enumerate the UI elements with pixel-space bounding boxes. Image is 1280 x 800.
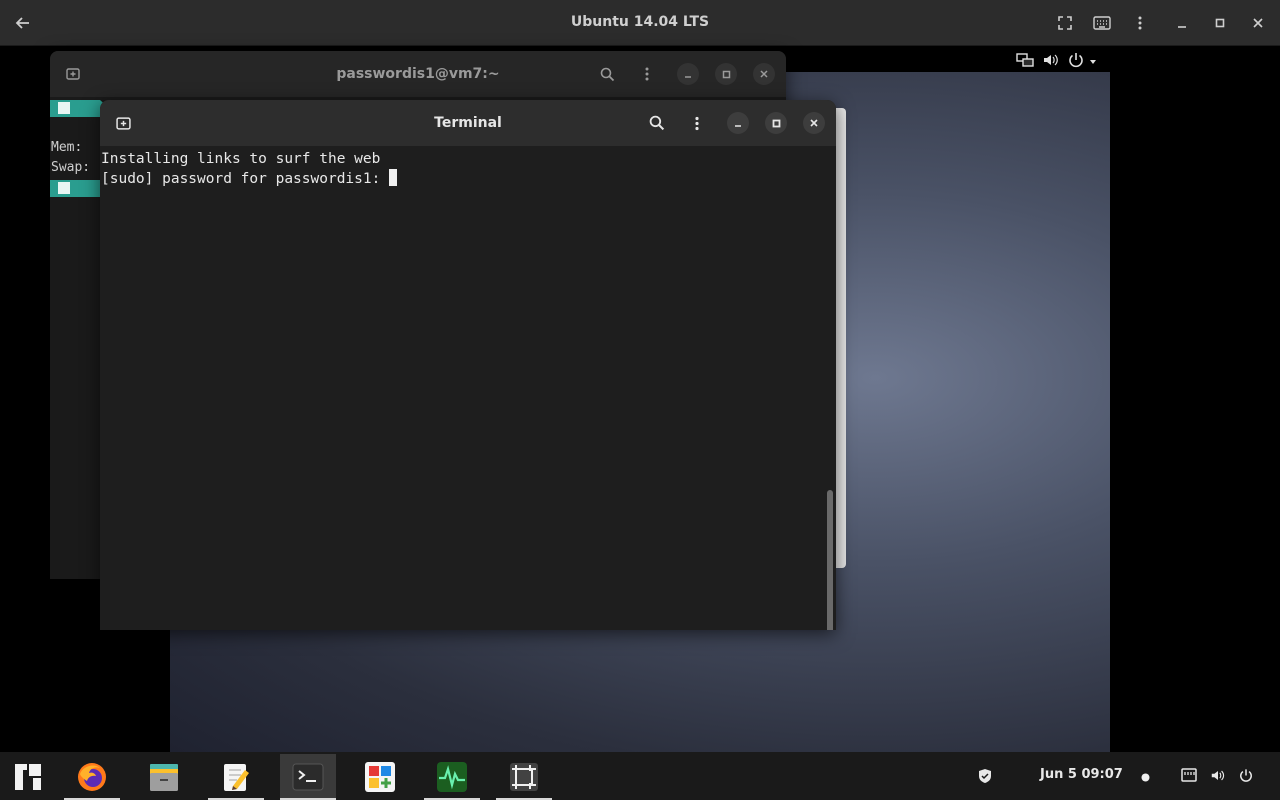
background-window-edge: [836, 108, 846, 568]
terminal-header[interactable]: Terminal: [100, 100, 836, 146]
terminal-window[interactable]: Terminal Installing links to surf the we…: [100, 100, 836, 630]
background-window-header[interactable]: passwordis1@vm7:~: [50, 51, 786, 97]
terminal-title: Terminal: [434, 115, 502, 131]
system-monitor-icon: [437, 762, 467, 792]
terminal-icon: [292, 763, 324, 791]
clock[interactable]: Jun 5 09:07: [1040, 767, 1123, 782]
search-icon[interactable]: [646, 112, 668, 134]
mem-label: Mem:: [51, 140, 83, 155]
files-icon: [150, 764, 178, 791]
network-icon[interactable]: [1181, 768, 1197, 787]
power-icon[interactable]: [1068, 52, 1084, 72]
prompt-segment: [50, 100, 109, 117]
dropdown-arrow-icon[interactable]: [1089, 55, 1097, 70]
manjaro-logo-icon: [15, 764, 41, 790]
host-title-bar: Ubuntu 14.04 LTS: [0, 0, 1280, 46]
maximize-button[interactable]: [765, 112, 787, 134]
search-icon[interactable]: [596, 63, 618, 85]
screen: Ubuntu 14.04 LTS passwordis1@vm7:~ Mem: …: [0, 0, 1280, 800]
keyboard-icon[interactable]: [1090, 11, 1114, 35]
volume-icon[interactable]: [1042, 52, 1060, 72]
distro-logo-icon: [58, 102, 70, 114]
firefox-icon: [78, 763, 106, 791]
distro-logo-icon: [58, 182, 70, 194]
close-button[interactable]: [803, 112, 825, 134]
minimize-icon[interactable]: [677, 63, 699, 85]
taskbar-text-editor[interactable]: [208, 754, 264, 800]
text-editor-icon: [224, 764, 249, 791]
text-cursor: [389, 169, 398, 186]
network-icon[interactable]: [1016, 52, 1034, 72]
host-title: Ubuntu 14.04 LTS: [570, 14, 710, 30]
more-vert-icon[interactable]: [1128, 11, 1152, 35]
taskbar-screenshot[interactable]: [496, 754, 552, 800]
screenshot-icon: [510, 763, 538, 791]
taskbar-system-monitor[interactable]: [424, 754, 480, 800]
dot-icon: [1141, 771, 1150, 786]
minimize-button[interactable]: [727, 112, 749, 134]
minimize-icon[interactable]: [1170, 11, 1194, 35]
close-icon[interactable]: [753, 63, 775, 85]
taskbar-firefox[interactable]: [64, 754, 120, 800]
terminal-scrollbar[interactable]: [827, 490, 833, 630]
maximize-icon: [772, 119, 780, 127]
background-window-title: passwordis1@vm7:~: [336, 66, 500, 82]
minimize-icon: [735, 125, 741, 127]
power-icon[interactable]: [1239, 768, 1253, 787]
menu-icon[interactable]: [636, 63, 658, 85]
terminal-body[interactable]: Installing links to surf the web [sudo] p…: [100, 146, 836, 630]
close-icon: [810, 119, 818, 127]
terminal-line: Installing links to surf the web: [101, 151, 381, 167]
taskbar: Jun 5 09:07: [0, 752, 1280, 800]
swap-label: Swap:: [51, 160, 91, 175]
software-icon: [365, 762, 395, 792]
maximize-icon[interactable]: [715, 63, 737, 85]
close-icon[interactable]: [1246, 11, 1270, 35]
fullscreen-icon[interactable]: [1053, 11, 1077, 35]
taskbar-files[interactable]: [136, 754, 192, 800]
taskbar-terminal[interactable]: [280, 754, 336, 800]
shield-icon[interactable]: [978, 768, 992, 788]
volume-icon[interactable]: [1210, 768, 1226, 787]
taskbar-software[interactable]: [352, 754, 408, 800]
terminal-line: [sudo] password for passwordis1:: [101, 171, 390, 187]
maximize-icon[interactable]: [1208, 11, 1232, 35]
menu-icon[interactable]: [686, 112, 708, 134]
prompt-segment: [50, 180, 109, 197]
app-menu-button[interactable]: [0, 754, 56, 800]
